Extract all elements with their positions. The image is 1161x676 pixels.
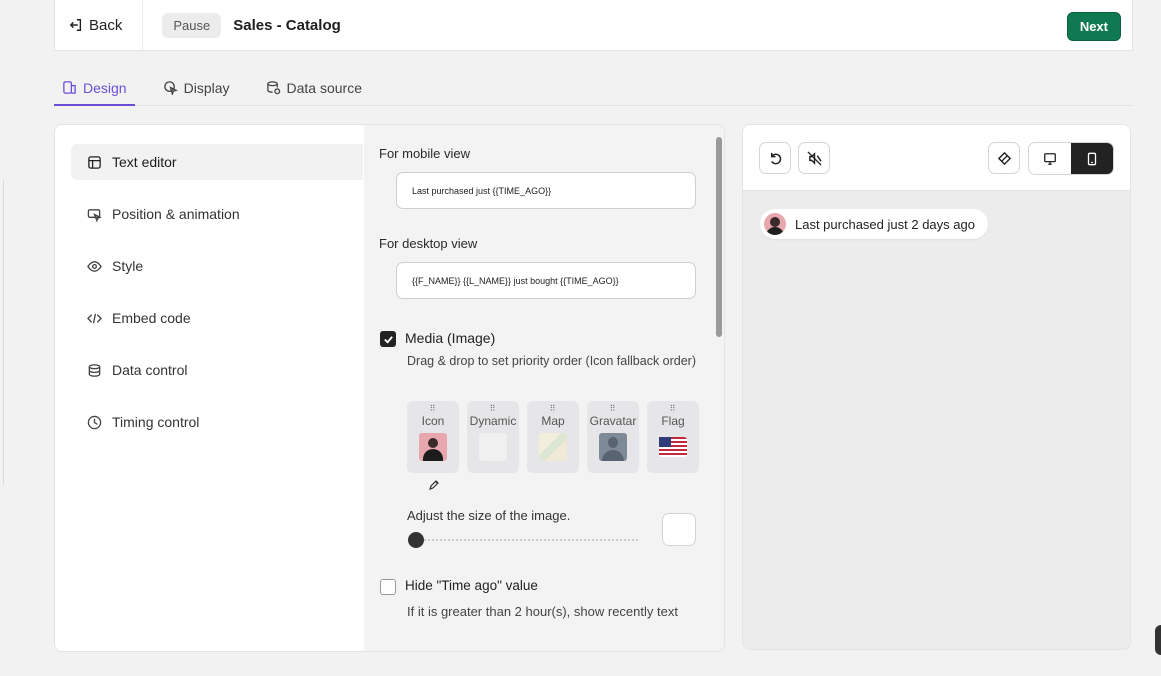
gravatar-thumbnail <box>599 433 627 461</box>
sidebar-item-label: Text editor <box>112 154 177 170</box>
settings-sidebar: Text editor Position & animation Style E… <box>55 125 364 651</box>
sidebar-item-style[interactable]: Style <box>71 248 363 284</box>
database-icon <box>266 81 280 95</box>
drag-handle-icon[interactable]: ⠿ <box>527 405 579 413</box>
desktop-view-button[interactable] <box>1029 143 1071 174</box>
media-label: Media (Image) <box>405 330 496 346</box>
preview-panel: Last purchased just 2 days ago <box>742 124 1131 650</box>
sidebar-item-label: Style <box>112 258 144 274</box>
media-card-label: Dynamic <box>469 414 517 428</box>
undo-icon <box>770 152 781 164</box>
image-size-value-box[interactable] <box>662 513 696 546</box>
clock-icon <box>87 415 102 429</box>
mute-button[interactable] <box>798 142 830 174</box>
paint-bucket-icon <box>997 151 1011 165</box>
settings-panel: Text editor Position & animation Style E… <box>54 124 725 652</box>
code-icon <box>87 313 102 323</box>
media-card-gravatar[interactable]: ⠿ Gravatar <box>587 401 639 473</box>
layout-icon <box>88 155 101 169</box>
drag-handle-icon[interactable]: ⠿ <box>587 405 639 413</box>
media-card-label: Map <box>541 414 565 428</box>
tab-display-label: Display <box>183 79 230 96</box>
sidebar-item-embed-code[interactable]: Embed code <box>71 300 363 336</box>
media-card-label: Flag <box>661 414 685 428</box>
back-button[interactable]: Back <box>55 0 144 50</box>
mobile-view-label: For mobile view <box>379 146 471 161</box>
media-card-icon[interactable]: ⠿ Icon <box>407 401 459 473</box>
person-thumbnail <box>419 433 447 461</box>
tab-data-source-label: Data source <box>286 79 362 96</box>
image-size-label: Adjust the size of the image. <box>407 508 571 523</box>
tab-display[interactable]: Display <box>155 70 238 105</box>
drag-handle-icon[interactable]: ⠿ <box>467 405 519 413</box>
sidebar-item-text-editor[interactable]: Text editor <box>71 144 363 180</box>
hide-time-ago-description: If it is greater than 2 hour(s), show re… <box>407 604 678 619</box>
media-card-label: Icon <box>421 414 445 428</box>
slider-knob[interactable] <box>408 532 424 548</box>
notification-text: Last purchased just 2 days ago <box>795 216 975 232</box>
hide-time-ago-checkbox[interactable] <box>380 579 396 595</box>
map-thumbnail <box>539 433 567 461</box>
avatar <box>764 213 786 235</box>
sidebar-item-data-control[interactable]: Data control <box>71 352 363 388</box>
desktop-view-label: For desktop view <box>379 236 478 251</box>
back-arrow-icon <box>69 19 82 31</box>
tab-design-label: Design <box>83 79 127 96</box>
top-bar: Back Pause Sales - Catalog Next <box>54 0 1133 51</box>
page-title: Sales - Catalog <box>233 16 341 34</box>
drag-handle-icon[interactable]: ⠿ <box>647 405 699 413</box>
check-icon <box>383 335 393 344</box>
text-editor-form: For mobile view Last purchased just {{TI… <box>364 125 724 651</box>
mobile-text-input[interactable]: Last purchased just {{TIME_AGO}} <box>396 172 696 209</box>
phone-icon <box>1087 152 1097 165</box>
next-button[interactable]: Next <box>1066 12 1121 41</box>
mute-icon <box>806 150 822 166</box>
tab-design[interactable]: Design <box>54 70 135 106</box>
desktop-text-input[interactable]: {{F_NAME}} {{L_NAME}} just bought {{TIME… <box>396 262 696 299</box>
hide-time-ago-label: Hide "Time ago" value <box>405 578 538 593</box>
media-card-flag[interactable]: ⠿ Flag <box>647 401 699 473</box>
preview-toolbar <box>743 125 1130 191</box>
undo-button[interactable] <box>759 142 791 174</box>
cursor-click-icon <box>163 81 178 95</box>
us-flag-thumbnail <box>659 437 687 457</box>
sidebar-item-label: Timing control <box>112 414 200 430</box>
media-description: Drag & drop to set priority order (Icon … <box>407 354 697 368</box>
sidebar-item-label: Data control <box>112 362 188 378</box>
sidebar-item-position-animation[interactable]: Position & animation <box>71 196 363 232</box>
eye-icon <box>87 260 102 272</box>
editor-scrollbar[interactable] <box>716 137 722 337</box>
theme-button[interactable] <box>988 142 1020 174</box>
image-size-slider[interactable] <box>416 539 638 541</box>
dynamic-thumbnail <box>479 433 507 461</box>
pencil-icon[interactable] <box>428 479 440 491</box>
status-badge[interactable]: Pause <box>162 12 222 38</box>
tab-bar: Design Display Data source <box>54 70 1133 106</box>
sidebar-item-label: Embed code <box>112 310 191 326</box>
monitor-icon <box>1044 152 1056 165</box>
cursor-icon <box>87 208 102 222</box>
chat-widget-edge[interactable] <box>1155 625 1161 655</box>
media-checkbox[interactable] <box>380 331 396 347</box>
media-card-dynamic[interactable]: ⠿ Dynamic <box>467 401 519 473</box>
sidebar-item-label: Position & animation <box>112 206 240 222</box>
design-icon <box>63 81 76 94</box>
media-card-label: Gravatar <box>589 414 637 428</box>
back-label: Back <box>89 16 123 34</box>
notification-preview: Last purchased just 2 days ago <box>760 209 988 239</box>
drag-handle-icon[interactable]: ⠿ <box>407 405 459 413</box>
tab-data-source[interactable]: Data source <box>258 70 370 105</box>
device-toggle <box>1028 142 1114 175</box>
mobile-view-button[interactable] <box>1071 143 1113 174</box>
database-icon <box>88 363 101 377</box>
sidebar-item-timing-control[interactable]: Timing control <box>71 404 363 440</box>
left-edge-divider <box>0 180 4 485</box>
media-card-map[interactable]: ⠿ Map <box>527 401 579 473</box>
